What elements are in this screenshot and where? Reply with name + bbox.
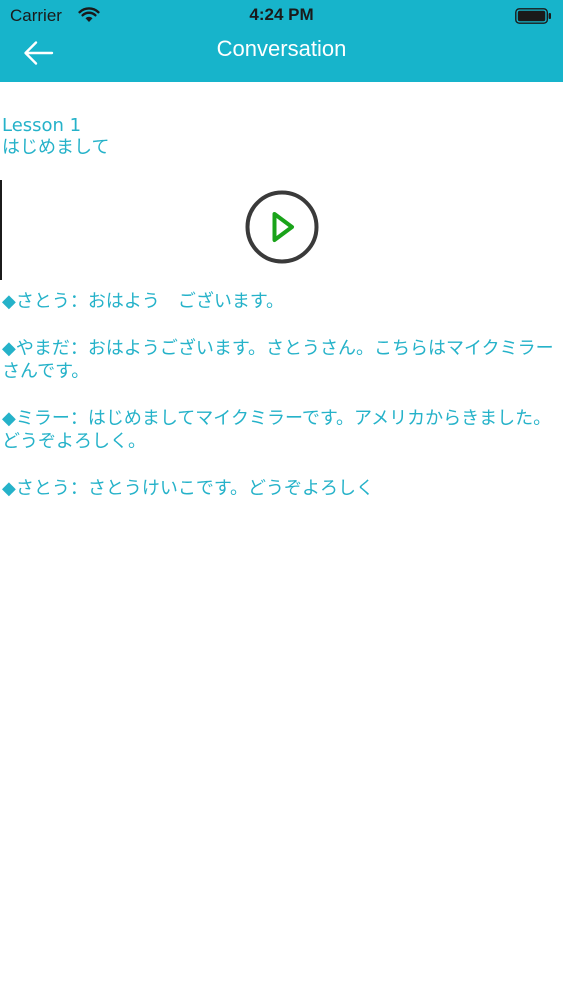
status-time: 4:24 PM	[249, 5, 314, 24]
left-edge-divider	[0, 180, 2, 280]
dialogue-line: ◆やまだ：おはようございます。さとうさん。こちらはマイクミラーさんです。	[2, 338, 554, 382]
status-bar: Carrier 4:24 PM	[0, 0, 563, 32]
dialogue-line: ◆ミラー：はじめましてマイクミラーです。アメリカからきました。どうぞよろしく。	[2, 408, 552, 452]
play-icon	[245, 190, 319, 264]
play-button[interactable]	[245, 190, 319, 264]
navigation-bar: Conversation	[0, 32, 563, 82]
lesson-title: はじめまして	[2, 137, 110, 158]
dialogue-line: ◆さとう：おはよう ございます。	[2, 291, 285, 312]
dialogue-line: ◆さとう：さとうけいこです。どうぞよろしく	[2, 478, 375, 499]
header: Carrier 4:24 PM Conversation	[0, 0, 563, 82]
lesson-number: Lesson 1	[2, 115, 82, 136]
page-title: Conversation	[216, 36, 347, 61]
conversation-screen: Carrier 4:24 PM Conversation Lesson 1 はじ…	[0, 0, 563, 1000]
dialogue-list: ◆さとう：おはよう ございます。 ◆やまだ：おはようございます。さとうさん。こち…	[2, 290, 560, 524]
lesson-header: Lesson 1 はじめまして	[2, 115, 109, 159]
battery-icon	[515, 8, 551, 24]
